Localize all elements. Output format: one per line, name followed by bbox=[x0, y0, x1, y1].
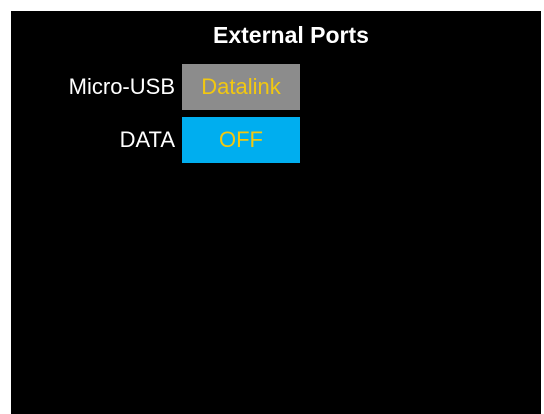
data-value-button[interactable]: OFF bbox=[182, 117, 300, 163]
micro-usb-value: Datalink bbox=[201, 74, 281, 99]
data-value: OFF bbox=[219, 127, 263, 152]
page-title: External Ports bbox=[213, 22, 369, 48]
display-screen: External Ports Micro-USB Datalink DATA O… bbox=[11, 11, 541, 414]
micro-usb-label: Micro-USB bbox=[68, 74, 175, 99]
data-label: DATA bbox=[119, 127, 175, 152]
micro-usb-value-button[interactable]: Datalink bbox=[182, 64, 300, 110]
